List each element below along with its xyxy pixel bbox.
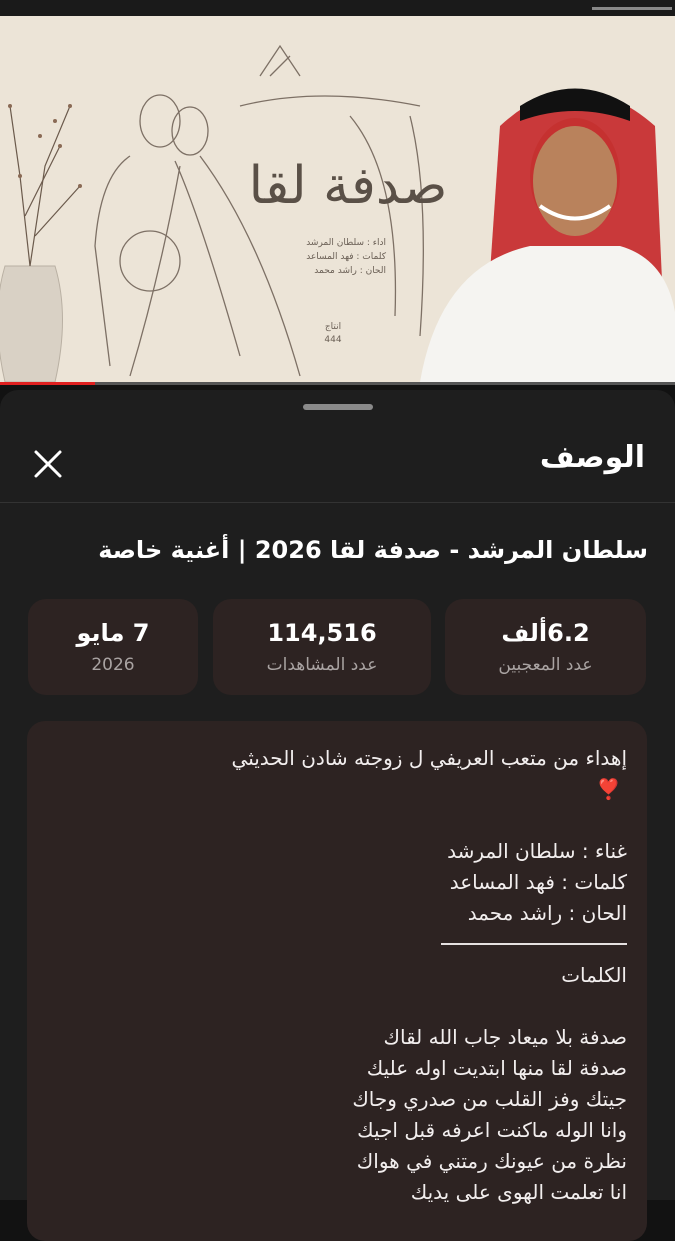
composer-line: الحان : راشد محمد [467, 901, 627, 925]
video-title: سلطان المرشد - صدفة لقا 2026 | أغنية خاص… [98, 536, 648, 564]
singer-line: غناء : سلطان المرشد [447, 839, 627, 863]
credit-line: الحان : راشد محمد [314, 266, 386, 276]
lyric-line: صدفة لقا منها ابتديت اوله عليك [366, 1056, 627, 1080]
lyric-line: وانا الوله ماكنت اعرفه قبل اجيك [357, 1118, 627, 1142]
close-icon [34, 450, 62, 478]
production-label: انتاج [324, 322, 342, 332]
views-label: عدد المشاهدات [266, 655, 378, 675]
date-value: 7 مايو [76, 619, 150, 647]
video-progress-bar[interactable] [0, 382, 675, 385]
thumbnail-title: صدفة لقا [248, 156, 448, 216]
lyrics-heading: الكلمات [561, 963, 627, 987]
production-value: 444 [324, 335, 342, 345]
views-value: 114,516 [267, 619, 377, 647]
separator-line [47, 929, 627, 960]
lyric-line: نظرة من عيونك رمتني في هواك [356, 1149, 627, 1173]
divider [0, 502, 675, 503]
lyric-line: جيتك وفز القلب من صدري وجاك [352, 1087, 627, 1111]
dedication-line: إهداء من متعب العريفي ل زوجته شادن الحدي… [231, 746, 627, 770]
likes-value: 6.2ألف [501, 619, 590, 647]
video-player[interactable]: صدفة لقا اداء : سلطان المرشد كلمات : فهد… [0, 16, 675, 382]
views-stat: 114,516 عدد المشاهدات [213, 599, 431, 695]
date-stat: 7 مايو 2026 [28, 599, 198, 695]
sheet-title: الوصف [539, 440, 645, 475]
likes-label: عدد المعجبين [498, 655, 593, 675]
heart-line: ❣️ [47, 774, 627, 805]
credit-line: كلمات : فهد المساعد [306, 252, 386, 262]
thumbnail-credits: اداء : سلطان المرشد كلمات : فهد المساعد … [296, 236, 386, 278]
description-sheet: الوصف سلطان المرشد - صدفة لقا 2026 | أغن… [0, 390, 675, 1241]
close-button[interactable] [26, 442, 70, 486]
lyric-line: انا تعلمت الهوى على يديك [410, 1180, 627, 1204]
thumbnail-production: انتاج 444 [318, 321, 348, 347]
description-text: إهداء من متعب العريفي ل زوجته شادن الحدي… [47, 743, 627, 1208]
credit-line: اداء : سلطان المرشد [306, 238, 386, 248]
description-box: إهداء من متعب العريفي ل زوجته شادن الحدي… [27, 721, 647, 1241]
lyric-line: صدفة بلا ميعاد جاب الله لقاك [383, 1025, 627, 1049]
date-year: 2026 [91, 655, 135, 675]
likes-stat: 6.2ألف عدد المعجبين [445, 599, 646, 695]
strip-indicator [592, 7, 672, 10]
lyricist-line: كلمات : فهد المساعد [449, 870, 627, 894]
status-strip [0, 0, 675, 16]
progress-fill [0, 382, 95, 385]
drag-handle[interactable] [303, 404, 373, 410]
heart-emoji: ❣️ [596, 777, 621, 801]
